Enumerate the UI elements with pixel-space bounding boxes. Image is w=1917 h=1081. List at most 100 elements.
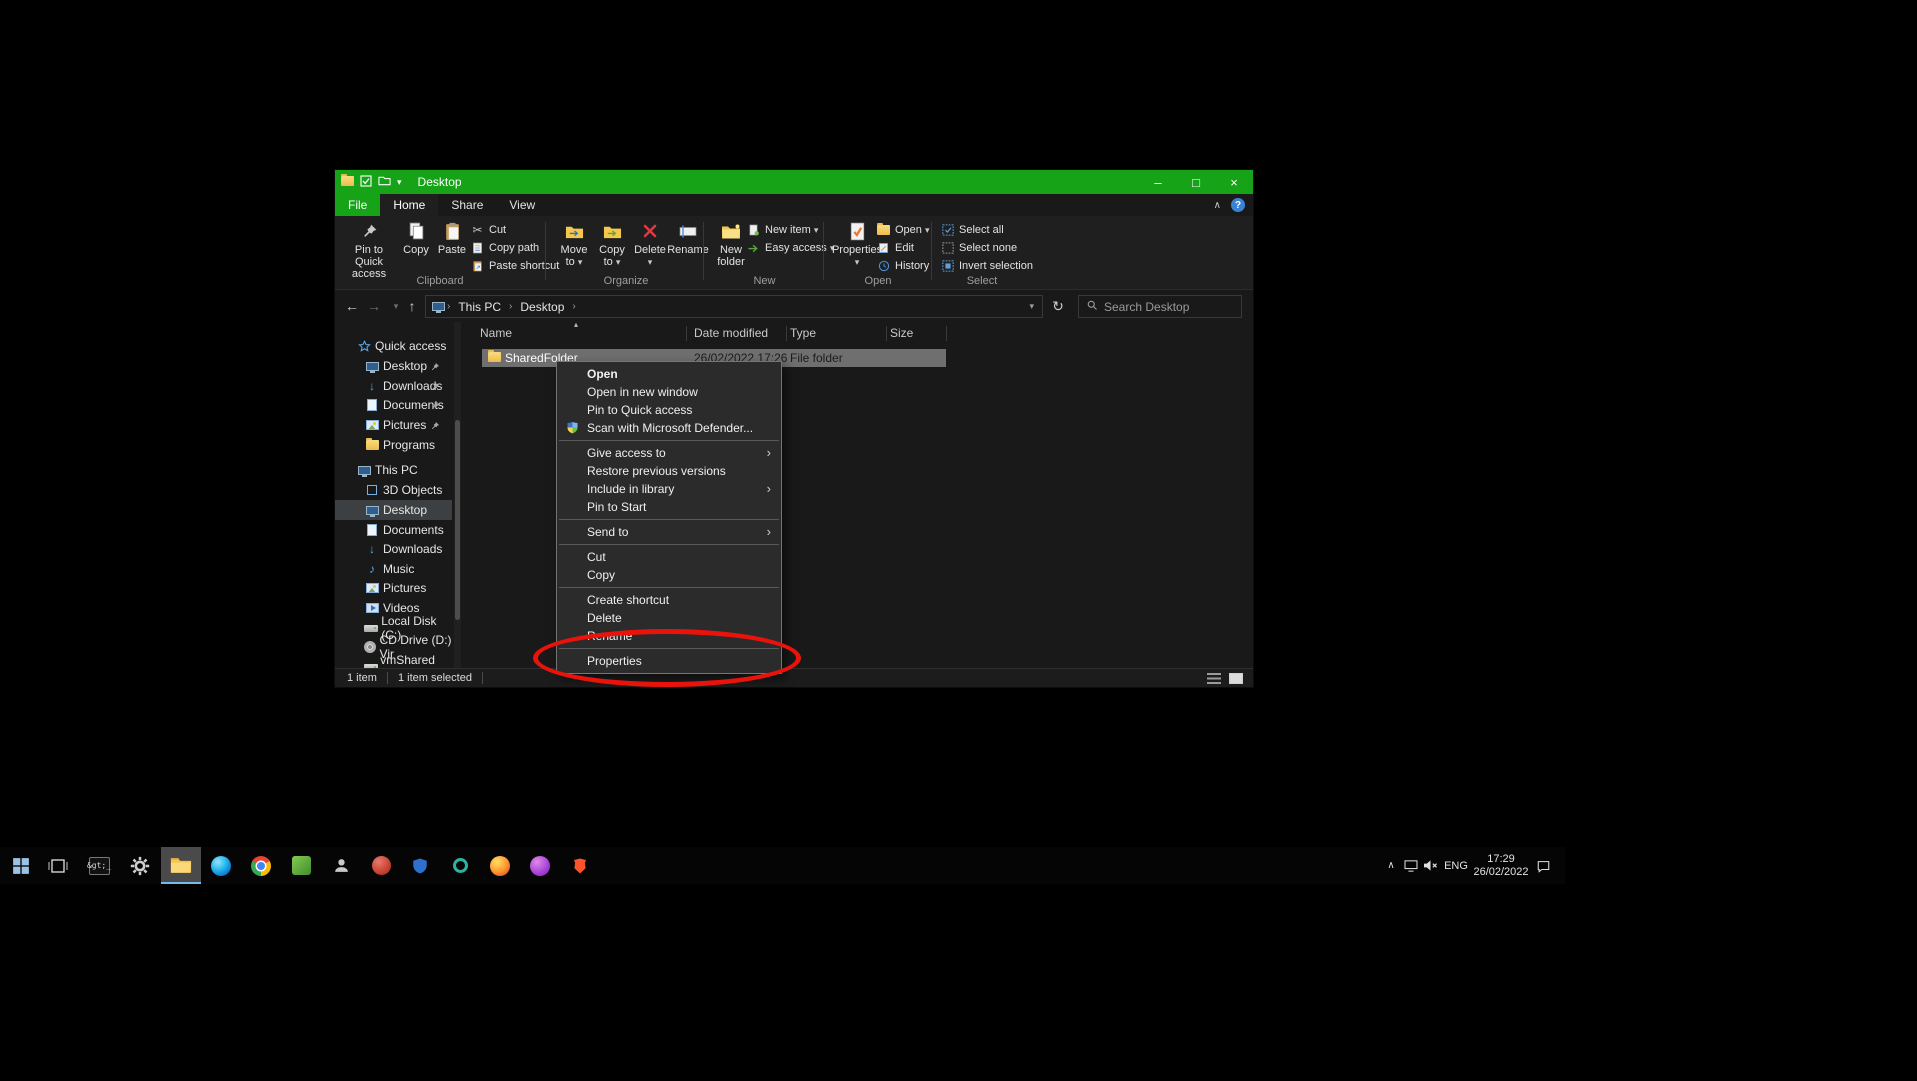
pin-to-quick-access-button[interactable]: Pin to Quick access <box>341 219 397 280</box>
edge-taskbar-icon[interactable] <box>201 847 241 884</box>
copy-path-button[interactable]: Copy path <box>469 239 539 257</box>
column-separator[interactable] <box>946 326 947 341</box>
context-menu-item-include-in-library[interactable]: Include in library› <box>557 480 781 498</box>
forward-button[interactable]: → <box>363 294 385 318</box>
file-explorer-taskbar-icon[interactable] <box>161 847 201 884</box>
search-input[interactable] <box>1104 300 1224 314</box>
select-none-button[interactable]: Select none <box>939 239 1017 257</box>
task-view-button[interactable] <box>38 847 78 884</box>
column-header-size[interactable]: Size <box>890 326 913 340</box>
tab-view[interactable]: View <box>496 194 548 216</box>
context-menu-item-open-in-new-window[interactable]: Open in new window <box>557 383 781 401</box>
close-button[interactable]: × <box>1215 170 1253 194</box>
tray-expand-chevron-icon[interactable]: ∧ <box>1381 847 1401 884</box>
context-menu-item-pin-to-quick-access[interactable]: Pin to Quick access <box>557 401 781 419</box>
people-taskbar-icon[interactable] <box>321 847 361 884</box>
context-menu-item-rename[interactable]: Rename <box>557 627 781 645</box>
context-menu-item-create-shortcut[interactable]: Create shortcut <box>557 591 781 609</box>
cut-button[interactable]: ✂ Cut <box>469 221 506 239</box>
select-all-button[interactable]: Select all <box>939 221 1004 239</box>
invert-selection-button[interactable]: Invert selection <box>939 257 1033 275</box>
command-prompt-taskbar-icon[interactable]: &gt;_ <box>79 847 119 884</box>
green-app-taskbar-icon[interactable] <box>281 847 321 884</box>
qat-dropdown-icon[interactable]: ▾ <box>397 177 402 188</box>
sidebar-section-this-pc[interactable]: This PC <box>335 460 452 480</box>
context-menu-item-open[interactable]: Open <box>557 365 781 383</box>
minimize-button[interactable]: – <box>1139 170 1177 194</box>
teal-app-taskbar-icon[interactable] <box>440 847 480 884</box>
refresh-button[interactable]: ↻ <box>1047 294 1069 318</box>
context-menu-item-send-to[interactable]: Send to› <box>557 523 781 541</box>
tab-home[interactable]: Home <box>380 194 438 216</box>
sidebar-item-3d-objects[interactable]: 3D Objects <box>335 480 452 500</box>
help-icon[interactable]: ? <box>1231 198 1245 212</box>
easy-access-button[interactable]: Easy access ▾ <box>745 239 834 257</box>
large-icons-view-button[interactable] <box>1229 673 1243 684</box>
tray-language-label[interactable]: ENG <box>1441 847 1471 884</box>
sidebar-item-vmshared[interactable]: vmShared (\\VB <box>335 657 452 668</box>
open-button[interactable]: Open ▾ <box>875 221 930 239</box>
edit-button[interactable]: Edit <box>875 239 914 257</box>
search-box[interactable] <box>1078 295 1242 318</box>
purple-app-taskbar-icon[interactable] <box>520 847 560 884</box>
chrome-taskbar-icon[interactable] <box>241 847 281 884</box>
sidebar-item-downloads[interactable]: ↓ Downloads <box>335 539 452 559</box>
rename-button[interactable]: Rename <box>670 219 706 256</box>
sidebar-item-music[interactable]: ♪ Music <box>335 559 452 579</box>
nav-scrollbar-thumb[interactable] <box>455 420 460 620</box>
copy-button[interactable]: Copy <box>399 219 433 256</box>
firefox-taskbar-icon[interactable] <box>480 847 520 884</box>
column-separator[interactable] <box>686 326 687 341</box>
context-menu-item-properties[interactable]: Properties <box>557 652 781 670</box>
sidebar-item-programs[interactable]: Programs <box>335 435 452 455</box>
sidebar-section-quick-access[interactable]: Quick access <box>335 336 452 356</box>
column-separator[interactable] <box>886 326 887 341</box>
up-button[interactable]: ↑ <box>401 294 423 318</box>
column-header-type[interactable]: Type <box>790 326 816 340</box>
column-separator[interactable] <box>786 326 787 341</box>
context-menu-item-restore-previous-versions[interactable]: Restore previous versions <box>557 462 781 480</box>
new-item-button[interactable]: New item ▾ <box>745 221 818 239</box>
context-menu-item-copy[interactable]: Copy <box>557 566 781 584</box>
start-button[interactable] <box>1 847 41 884</box>
tray-display-icon[interactable] <box>1401 847 1421 884</box>
breadcrumb-this-pc[interactable]: This PC <box>452 300 507 314</box>
sidebar-item-pictures[interactable]: Pictures <box>335 578 452 598</box>
address-history-chevron-icon[interactable]: ▾ <box>1029 301 1042 312</box>
nav-scrollbar[interactable] <box>454 322 461 668</box>
titlebar[interactable]: ▾ Desktop – □ × <box>335 170 1253 194</box>
history-button[interactable]: History <box>875 257 929 275</box>
context-menu-item-scan-with-defender[interactable]: Scan with Microsoft Defender... <box>557 419 781 437</box>
sidebar-item-pictures-qa[interactable]: Pictures <box>335 415 452 435</box>
sidebar-item-documents-qa[interactable]: Documents <box>335 395 452 415</box>
column-header-date-modified[interactable]: Date modified <box>694 326 768 340</box>
back-button[interactable]: ← <box>341 294 363 318</box>
tab-share[interactable]: Share <box>438 194 496 216</box>
properties-button[interactable]: Properties ▾ <box>834 219 880 268</box>
maximize-button[interactable]: □ <box>1177 170 1215 194</box>
copy-to-button[interactable]: Copy to ▾ <box>594 219 630 268</box>
column-header-name[interactable]: Name <box>480 326 512 340</box>
move-to-button[interactable]: Move to ▾ <box>556 219 592 268</box>
delete-button[interactable]: Delete ▾ <box>632 219 668 268</box>
tray-volume-icon[interactable] <box>1419 847 1441 884</box>
breadcrumb[interactable]: › This PC › Desktop › ▾ <box>425 295 1043 318</box>
sidebar-item-documents[interactable]: Documents <box>335 520 452 540</box>
action-center-button[interactable] <box>1531 847 1555 884</box>
collapse-ribbon-icon[interactable]: ∧ <box>1214 200 1221 211</box>
settings-taskbar-icon[interactable] <box>120 847 160 884</box>
sidebar-item-desktop[interactable]: Desktop <box>335 500 452 520</box>
file-menu-button[interactable]: File <box>335 194 380 216</box>
qat-properties-icon[interactable] <box>360 175 372 190</box>
sidebar-item-desktop-qa[interactable]: Desktop <box>335 356 452 376</box>
context-menu-item-give-access-to[interactable]: Give access to› <box>557 444 781 462</box>
breadcrumb-desktop[interactable]: Desktop <box>514 300 570 314</box>
red-app-taskbar-icon[interactable] <box>361 847 401 884</box>
qat-new-folder-icon[interactable] <box>378 175 391 189</box>
context-menu-item-pin-to-start[interactable]: Pin to Start <box>557 498 781 516</box>
context-menu-item-delete[interactable]: Delete <box>557 609 781 627</box>
taskbar-clock[interactable]: 17:29 26/02/2022 <box>1471 847 1531 884</box>
paste-button[interactable]: Paste <box>435 219 469 256</box>
brave-taskbar-icon[interactable] <box>560 847 600 884</box>
sidebar-item-downloads-qa[interactable]: ↓ Downloads <box>335 376 452 396</box>
